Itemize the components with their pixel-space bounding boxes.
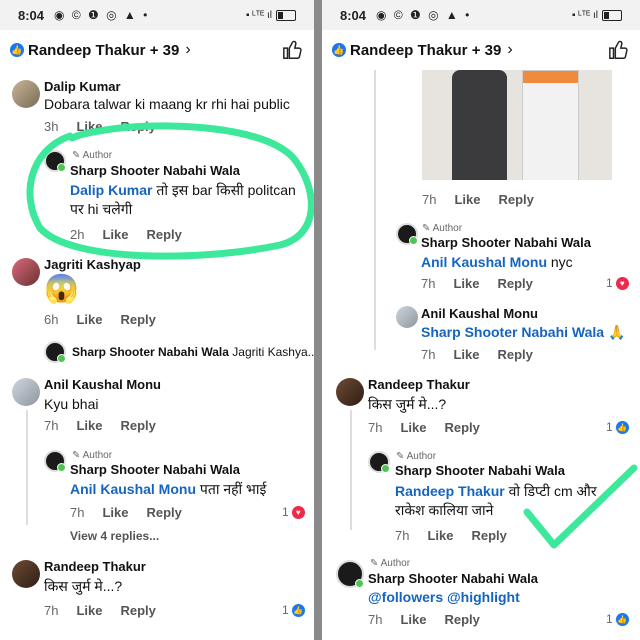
left-screen: 8:04 ◉ © ❶ ◎ ▲ • ▪ ᴸᵀᴱ ıl 👍 Randeep Thak…	[0, 0, 314, 640]
hand-drawn-circle-annotation	[26, 122, 314, 260]
right-screen: 8:04 ◉ © ❶ ◎ ▲ • ▪ ᴸᵀᴱ ıl 👍 Randeep Thak…	[322, 0, 640, 640]
hand-drawn-checkmark-annotation	[523, 464, 638, 549]
